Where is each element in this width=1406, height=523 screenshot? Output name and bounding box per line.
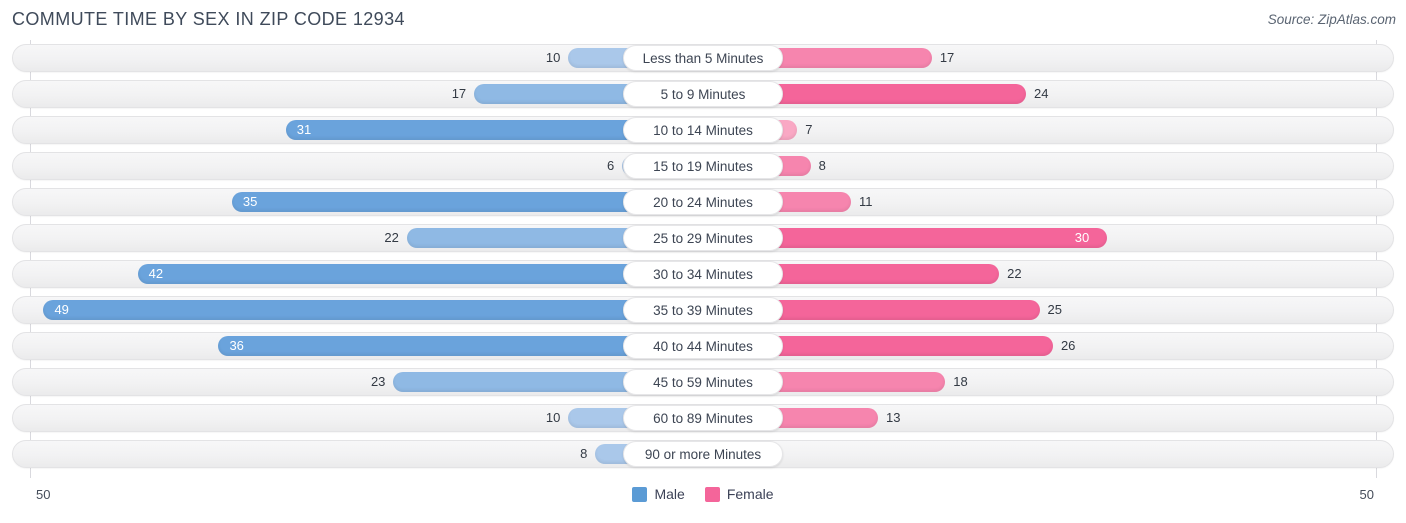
value-label-female: 24 bbox=[1034, 86, 1049, 101]
value-label-male: 42 bbox=[148, 266, 164, 281]
chart-row: 36 26 40 to 44 Minutes bbox=[0, 328, 1406, 364]
chart-row: 49 25 35 to 39 Minutes bbox=[0, 292, 1406, 328]
value-label-female: 17 bbox=[939, 50, 955, 65]
value-label-female: 13 bbox=[885, 410, 901, 425]
category-label: 40 to 44 Minutes bbox=[623, 333, 783, 359]
value-label-male: 6 bbox=[607, 158, 615, 173]
legend-swatch-male bbox=[632, 486, 648, 502]
chart-row: 22 30 25 to 29 Minutes bbox=[0, 220, 1406, 256]
value-label-male: 10 bbox=[545, 50, 561, 65]
chart-footer: 50 50 Male Female bbox=[0, 483, 1406, 523]
page-title: COMMUTE TIME BY SEX IN ZIP CODE 12934 bbox=[12, 9, 405, 29]
value-label-male: 8 bbox=[580, 446, 588, 461]
chart-row: 42 22 30 to 34 Minutes bbox=[0, 256, 1406, 292]
category-label: 15 to 19 Minutes bbox=[623, 153, 783, 179]
value-label-female: 26 bbox=[1060, 338, 1076, 353]
category-label: 10 to 14 Minutes bbox=[623, 117, 783, 143]
value-label-male: 49 bbox=[54, 302, 69, 317]
legend-label: Female bbox=[726, 486, 774, 502]
value-label-male: 22 bbox=[384, 230, 399, 245]
bar-male bbox=[43, 300, 703, 320]
category-label: Less than 5 Minutes bbox=[623, 45, 783, 71]
value-label-male: 17 bbox=[451, 86, 467, 101]
value-label-female: 18 bbox=[953, 374, 968, 389]
legend-item[interactable]: Male bbox=[632, 486, 685, 502]
chart-header: COMMUTE TIME BY SEX IN ZIP CODE 12934 So… bbox=[0, 0, 1406, 40]
value-label-female: 22 bbox=[1007, 266, 1022, 281]
chart-row: 10 17 Less than 5 Minutes bbox=[0, 40, 1406, 76]
legend-label: Male bbox=[654, 486, 685, 502]
legend-item[interactable]: Female bbox=[704, 486, 774, 502]
value-label-male: 10 bbox=[545, 410, 561, 425]
value-label-female: 11 bbox=[859, 194, 873, 209]
value-label-female: 25 bbox=[1047, 302, 1062, 317]
chart-row: 17 24 5 to 9 Minutes bbox=[0, 76, 1406, 112]
category-label: 90 or more Minutes bbox=[623, 441, 783, 467]
chart-row: 35 11 20 to 24 Minutes bbox=[0, 184, 1406, 220]
chart-row: 23 18 45 to 59 Minutes bbox=[0, 364, 1406, 400]
value-label-male: 36 bbox=[229, 338, 244, 353]
value-label-female: 8 bbox=[818, 158, 826, 173]
category-label: 30 to 34 Minutes bbox=[623, 261, 783, 287]
chart-row: 8090 or more Minutes bbox=[0, 436, 1406, 472]
category-label: 45 to 59 Minutes bbox=[623, 369, 783, 395]
chart-row: 6 8 15 to 19 Minutes bbox=[0, 148, 1406, 184]
value-label-female: 30 bbox=[1074, 230, 1090, 245]
chart-rows: 10 17 Less than 5 Minutes 17 24 5 to 9 Minute… bbox=[0, 40, 1406, 472]
source-attribution: Source: ZipAtlas.com bbox=[1267, 12, 1396, 27]
value-label-female: 7 bbox=[805, 122, 813, 137]
chart-plot-area: 10 17 Less than 5 Minutes 17 24 5 to 9 Minute… bbox=[0, 40, 1406, 483]
category-label: 5 to 9 Minutes bbox=[623, 81, 783, 107]
category-label: 35 to 39 Minutes bbox=[623, 297, 783, 323]
chart-row: 10 13 60 to 89 Minutes bbox=[0, 400, 1406, 436]
value-label-male: 31 bbox=[296, 122, 312, 137]
category-label: 60 to 89 Minutes bbox=[623, 405, 783, 431]
category-label: 20 to 24 Minutes bbox=[623, 189, 783, 215]
category-label: 25 to 29 Minutes bbox=[623, 225, 783, 251]
value-label-male: 35 bbox=[242, 194, 258, 209]
value-label-male: 23 bbox=[370, 374, 386, 389]
legend-swatch-female bbox=[704, 486, 720, 502]
chart-legend: Male Female bbox=[0, 486, 1406, 502]
chart-row: 31 7 10 to 14 Minutes bbox=[0, 112, 1406, 148]
bar-male bbox=[137, 264, 703, 284]
